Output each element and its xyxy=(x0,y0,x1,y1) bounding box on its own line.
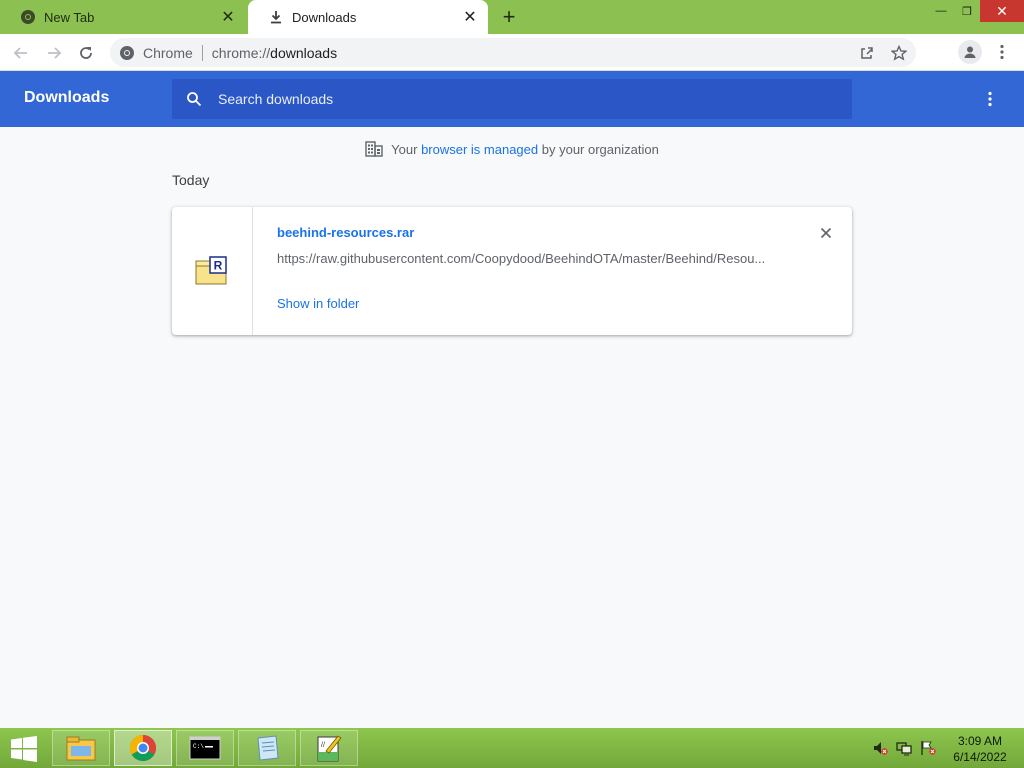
taskbar: C:\ // 3:09 AM 6/14/2022 xyxy=(0,728,1024,768)
avatar-icon xyxy=(964,46,976,58)
bookmark-star-icon[interactable] xyxy=(890,44,908,62)
taskbar-editor[interactable]: // xyxy=(300,730,358,766)
new-tab-button[interactable]: + xyxy=(498,6,520,28)
back-arrow-icon xyxy=(13,47,27,59)
file-explorer-icon xyxy=(66,736,96,761)
command-prompt-icon: C:\ xyxy=(189,736,221,760)
omnibox-divider xyxy=(201,44,203,61)
browser-menu-button[interactable] xyxy=(994,42,1010,62)
editor-icon: // xyxy=(317,735,342,762)
download-item: R beehind-resources.rar https://raw.gith… xyxy=(172,207,852,335)
managed-suffix: by your organization xyxy=(541,141,659,157)
search-input[interactable] xyxy=(218,91,818,107)
reload-button[interactable] xyxy=(73,40,99,66)
svg-text:R: R xyxy=(214,259,223,273)
remove-download-button[interactable] xyxy=(816,223,836,243)
tab-title: Downloads xyxy=(292,9,357,25)
chrome-icon xyxy=(129,734,157,762)
tab-new-tab[interactable]: New Tab ✕ xyxy=(0,0,246,34)
restore-button[interactable]: ❐ xyxy=(954,0,980,22)
search-icon xyxy=(186,90,204,108)
tab-strip: New Tab ✕ Downloads ✕ + — ❐ ✕ xyxy=(0,0,1024,34)
svg-text://: // xyxy=(321,742,325,749)
action-center-flag-icon[interactable] xyxy=(920,740,936,756)
minimize-button[interactable]: — xyxy=(928,0,954,22)
network-icon[interactable] xyxy=(896,740,912,756)
forward-button[interactable] xyxy=(41,40,67,66)
windows-logo-icon xyxy=(11,736,37,762)
managed-link[interactable]: browser is managed xyxy=(421,142,538,157)
more-vert-icon xyxy=(988,91,992,107)
file-name-link[interactable]: beehind-resources.rar xyxy=(277,225,414,240)
svg-text:C:\: C:\ xyxy=(193,743,204,750)
window-controls: — ❐ ✕ xyxy=(928,0,1024,22)
managed-prefix: Your xyxy=(391,141,418,157)
address-bar[interactable]: Chrome chrome://downloads xyxy=(110,38,916,67)
close-icon xyxy=(820,227,832,239)
share-icon[interactable] xyxy=(858,44,876,62)
chrome-icon xyxy=(20,9,36,25)
back-button[interactable] xyxy=(8,40,34,66)
taskbar-clock[interactable]: 3:09 AM 6/14/2022 xyxy=(944,733,1016,765)
downloads-menu-button[interactable] xyxy=(982,89,998,109)
search-box[interactable] xyxy=(172,79,852,119)
file-source-url[interactable]: https://raw.githubusercontent.com/Coopyd… xyxy=(277,251,777,266)
download-icon xyxy=(268,9,284,25)
page-title: Downloads xyxy=(24,89,110,106)
omnibox-actions xyxy=(858,44,908,62)
reload-icon xyxy=(80,47,92,59)
site-chip: Chrome xyxy=(143,44,193,61)
forward-arrow-icon xyxy=(48,47,62,59)
url-host: downloads xyxy=(270,44,338,61)
close-icon[interactable]: ✕ xyxy=(218,7,238,27)
clock-date: 6/14/2022 xyxy=(953,750,1007,764)
managed-notice: Your browser is managed by your organiza… xyxy=(0,140,1024,158)
clock-time: 3:09 AM xyxy=(957,734,1003,748)
taskbar-notepad[interactable] xyxy=(238,730,296,766)
start-button[interactable] xyxy=(6,734,42,764)
system-tray xyxy=(872,740,936,756)
downloads-header: Downloads xyxy=(0,71,1024,127)
tab-downloads[interactable]: Downloads ✕ xyxy=(248,0,488,34)
date-group-label: Today xyxy=(172,172,210,188)
rar-archive-icon: R xyxy=(195,256,227,285)
show-in-folder-link[interactable]: Show in folder xyxy=(277,296,359,311)
taskbar-command-prompt[interactable]: C:\ xyxy=(176,730,234,766)
tab-title: New Tab xyxy=(44,9,95,25)
taskbar-chrome[interactable] xyxy=(114,730,172,766)
close-icon[interactable]: ✕ xyxy=(460,7,480,27)
more-vert-icon xyxy=(1000,44,1004,60)
window-close-button[interactable]: ✕ xyxy=(980,0,1024,22)
profile-button[interactable] xyxy=(958,40,982,64)
browser-toolbar: Chrome chrome://downloads xyxy=(0,34,1024,71)
taskbar-file-explorer[interactable] xyxy=(52,730,110,766)
chrome-icon xyxy=(119,45,135,61)
file-icon-column: R xyxy=(172,207,253,335)
volume-muted-icon[interactable] xyxy=(872,740,888,756)
url-scheme: chrome:// xyxy=(211,44,271,61)
building-icon xyxy=(365,140,383,158)
notepad-icon xyxy=(257,735,279,761)
